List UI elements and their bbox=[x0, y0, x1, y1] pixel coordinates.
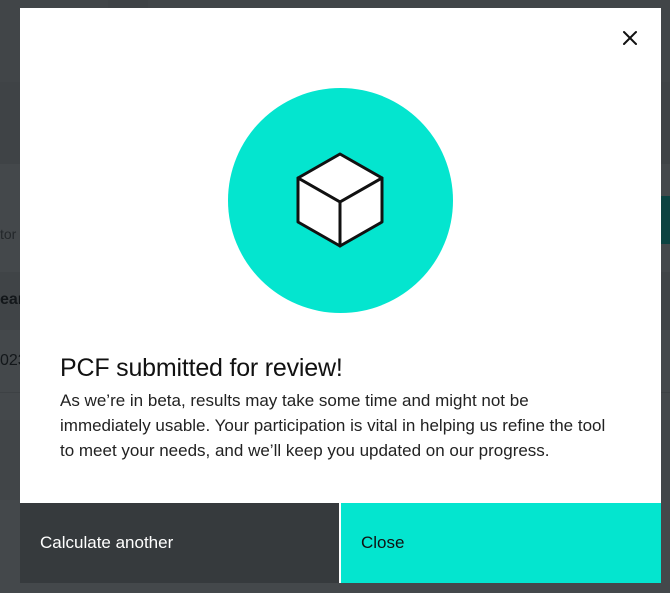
calculate-another-button[interactable]: Calculate another bbox=[20, 503, 339, 583]
cube-icon bbox=[296, 152, 384, 248]
hero-illustration bbox=[228, 88, 453, 313]
close-icon bbox=[623, 31, 637, 45]
close-button[interactable] bbox=[616, 24, 644, 52]
modal-body-text: As we’re in beta, results may take some … bbox=[60, 391, 606, 460]
modal-title: PCF submitted for review! bbox=[60, 354, 343, 382]
submission-modal: PCF submitted for review! As we’re in be… bbox=[20, 8, 661, 583]
close-modal-button[interactable]: Close bbox=[341, 503, 661, 583]
